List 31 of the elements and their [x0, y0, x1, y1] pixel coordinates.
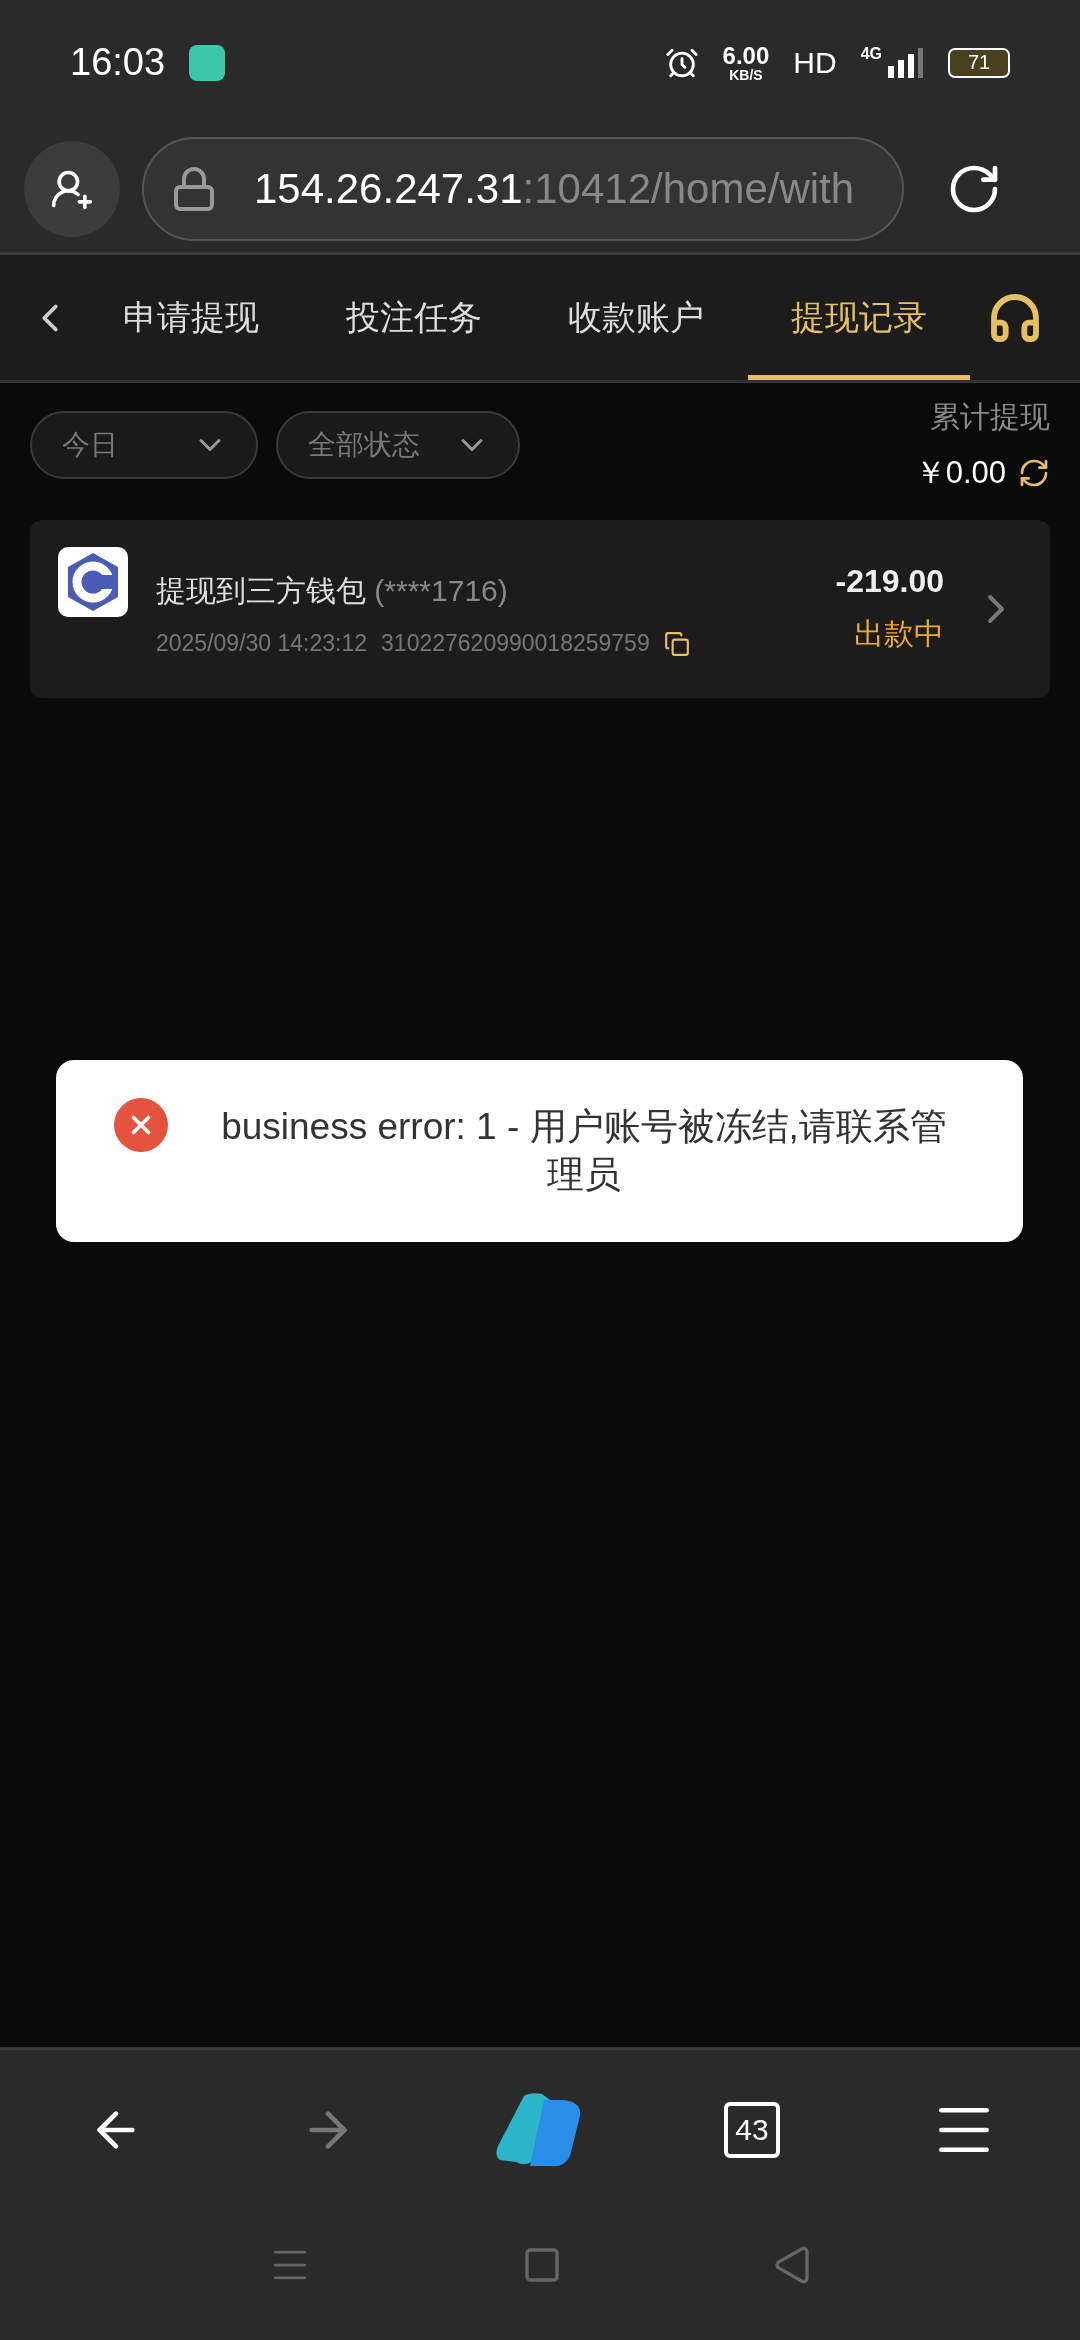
- home-button[interactable]: [522, 2245, 562, 2285]
- filter-dropdown[interactable]: 今日: [30, 411, 258, 479]
- refresh-icon[interactable]: [1018, 457, 1050, 489]
- error-icon: [114, 1098, 168, 1152]
- wallet-logo-icon: [58, 547, 128, 617]
- battery-level: 71: [948, 47, 1010, 78]
- record-title: 提现到三方钱包 (****1716): [156, 573, 509, 609]
- status-time: 16:03: [70, 41, 166, 84]
- record-amount: -219.00: [835, 563, 944, 600]
- tab[interactable]: 投注任务: [302, 255, 525, 380]
- toast-message: business error: 1 - 用户账号被冻结,请联系管理员: [220, 1104, 948, 1197]
- network-speed: 6.00: [722, 43, 770, 68]
- record-time: 2025/09/30 14:23:12: [156, 630, 368, 657]
- speed-unit: KB/S: [729, 67, 763, 82]
- tab[interactable]: 提现记录: [747, 255, 970, 380]
- tab[interactable]: 收款账户: [525, 255, 748, 380]
- address-field[interactable]: 154.26.247.31:10412/home/with: [142, 136, 904, 241]
- network-type: 4G: [860, 44, 882, 63]
- tab[interactable]: 申请提现: [80, 255, 303, 380]
- total-amount: ￥0.00: [914, 454, 1006, 492]
- total-label: 累计提现: [930, 399, 1050, 435]
- hd-indicator: HD: [793, 45, 837, 80]
- withdrawal-record[interactable]: 提现到三方钱包 (****1716) 2025/09/30 14:23:12 310227620990018259759 -219.00 出款中: [30, 520, 1050, 698]
- system-back-button[interactable]: [772, 2245, 812, 2285]
- app-notification-icon: [189, 44, 226, 81]
- filter-dropdown[interactable]: 全部状态: [276, 411, 520, 479]
- tab-count-button[interactable]: 43: [724, 2102, 780, 2158]
- record-status: 出款中: [854, 616, 944, 652]
- signal-icon: [888, 47, 924, 78]
- copy-icon[interactable]: [663, 630, 690, 657]
- order-number: 310227620990018259759: [381, 630, 650, 657]
